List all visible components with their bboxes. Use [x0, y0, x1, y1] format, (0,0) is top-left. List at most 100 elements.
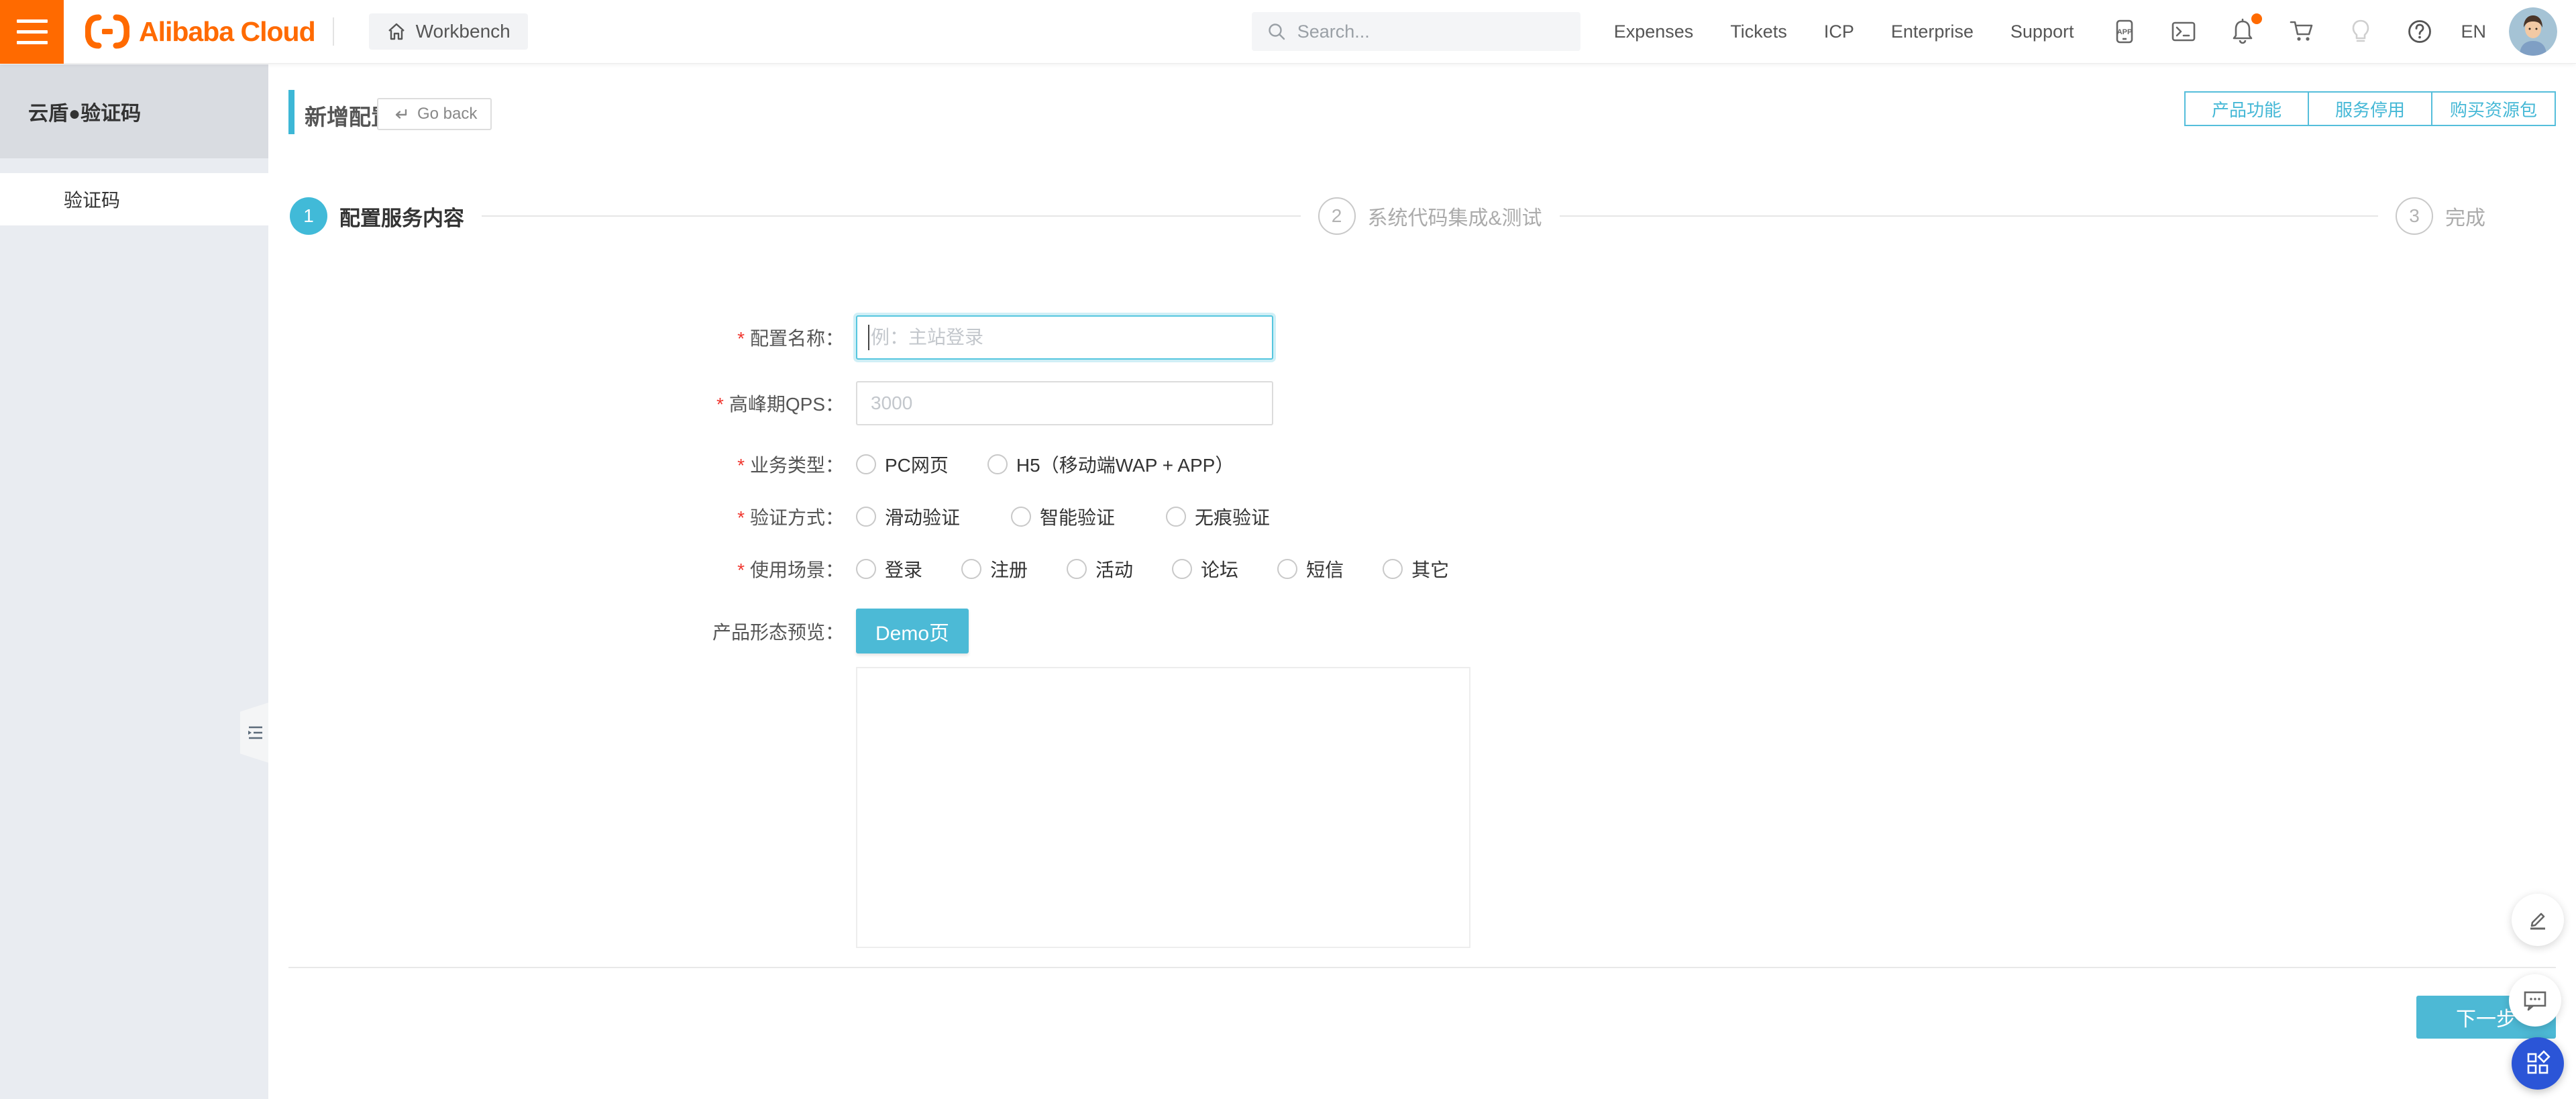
collapse-sidebar-icon — [248, 726, 262, 739]
nav-support[interactable]: Support — [2010, 21, 2074, 42]
step-3-circle: 3 — [2396, 197, 2434, 235]
lightbulb-icon[interactable] — [2347, 17, 2375, 46]
topbar-icons: APP — [2110, 13, 2434, 46]
form-row-peak-qps: * 高峰期QPS： — [268, 380, 2576, 426]
radio-button[interactable] — [1172, 559, 1193, 579]
step-2-label: 系统代码集成&测试 — [1367, 207, 1542, 229]
radio-register[interactable]: 注册 — [961, 556, 1028, 582]
nav-expenses[interactable]: Expenses — [1614, 21, 1694, 42]
alibaba-cloud-logo-icon — [85, 14, 129, 49]
shopping-cart-icon[interactable] — [2288, 17, 2316, 46]
radio-button[interactable] — [1011, 507, 1032, 527]
sidebar-item-captcha[interactable]: 验证码 — [0, 173, 268, 225]
nav-enterprise[interactable]: Enterprise — [1891, 21, 1974, 42]
go-back-button[interactable]: Go back — [377, 98, 492, 130]
topbar-nav: Expenses Tickets ICP Enterprise Support — [1614, 21, 2074, 42]
form-row-use-scene: * 使用场景： 登录 注册 活动 论坛 短信 其它 — [268, 556, 2576, 582]
step-connector — [1559, 215, 2379, 217]
nav-icp[interactable]: ICP — [1824, 21, 1854, 42]
step-wizard: 1 配置服务内容 2 系统代码集成&测试 3 完成 — [290, 197, 2485, 235]
go-back-return-icon — [395, 109, 407, 119]
language-selector[interactable]: EN — [2461, 21, 2486, 42]
demo-preview-box — [856, 667, 1470, 948]
step-1-label: 配置服务内容 — [339, 206, 464, 230]
required-marker: * — [737, 560, 745, 580]
radio-button[interactable] — [856, 559, 876, 579]
radio-button[interactable] — [1383, 559, 1403, 579]
alibaba-cloud-logo[interactable]: Alibaba Cloud — [85, 13, 316, 50]
notifications-bell-icon[interactable] — [2229, 13, 2263, 46]
step-3-label: 完成 — [2445, 207, 2486, 229]
go-back-label: Go back — [417, 105, 478, 123]
buy-resource-pack-button[interactable]: 购买资源包 — [2431, 91, 2556, 126]
step-1-circle: 1 — [290, 197, 327, 235]
radio-smart-verify[interactable]: 智能验证 — [1011, 503, 1115, 530]
radio-login[interactable]: 登录 — [856, 556, 922, 582]
chat-feedback-fab[interactable] — [2509, 974, 2561, 1027]
header-action-buttons: 产品功能 服务停用 购买资源包 — [2184, 91, 2556, 126]
bottom-divider — [288, 967, 2556, 968]
config-name-label: * 配置名称： — [737, 328, 844, 349]
workbench-label: Workbench — [415, 21, 511, 42]
radio-sms[interactable]: 短信 — [1277, 556, 1344, 582]
radio-button[interactable] — [856, 454, 876, 474]
radio-forum[interactable]: 论坛 — [1172, 556, 1238, 582]
required-marker: * — [737, 455, 745, 476]
console-terminal-icon[interactable] — [2169, 17, 2198, 46]
mobile-app-icon[interactable]: APP — [2110, 17, 2139, 46]
radio-h5[interactable]: H5（移动端WAP + APP） — [987, 451, 1234, 478]
required-marker: * — [716, 394, 724, 415]
radio-button[interactable] — [1166, 507, 1187, 527]
radio-button[interactable] — [1277, 559, 1298, 579]
sidebar-product-title: 云盾●验证码 — [28, 103, 142, 125]
demo-page-button[interactable]: Demo页 — [856, 609, 969, 653]
sidebar: 云盾●验证码 验证码 — [0, 64, 271, 1099]
notification-badge-dot — [2251, 13, 2263, 24]
sidebar-header: 云盾●验证码 — [0, 64, 268, 158]
form-row-verify-method: * 验证方式： 滑动验证 智能验证 无痕验证 — [268, 504, 2576, 529]
chat-bubble-icon — [2524, 991, 2546, 1011]
peak-qps-label: * 高峰期QPS： — [716, 394, 844, 415]
step-2-circle: 2 — [1318, 197, 1356, 235]
radio-button[interactable] — [1067, 559, 1087, 579]
survey-feedback-fab[interactable] — [2512, 894, 2564, 946]
product-features-button[interactable]: 产品功能 — [2184, 91, 2309, 126]
main-content: 新增配置 Go back 产品功能 服务停用 购买资源包 1 配置服务内容 2 … — [268, 64, 2576, 1099]
radio-activity[interactable]: 活动 — [1067, 556, 1133, 582]
sidebar-collapse-handle[interactable] — [240, 702, 271, 764]
global-search — [1251, 12, 1580, 51]
svg-text:APP: APP — [2117, 28, 2133, 36]
form-row-business-type: * 业务类型： PC网页 H5（移动端WAP + APP） — [268, 452, 2576, 477]
business-type-options: PC网页 H5（移动端WAP + APP） — [856, 451, 1273, 478]
radio-slide-verify[interactable]: 滑动验证 — [856, 503, 960, 530]
nav-tickets[interactable]: Tickets — [1730, 21, 1787, 42]
form-row-config-name: * 配置名称： — [268, 315, 2576, 360]
mini-apps-fab[interactable] — [2512, 1037, 2564, 1090]
user-avatar[interactable] — [2509, 7, 2557, 56]
radio-button[interactable] — [856, 507, 876, 527]
title-accent-bar — [288, 90, 294, 134]
use-scene-options: 登录 注册 活动 论坛 短信 其它 — [856, 556, 1488, 582]
radio-other[interactable]: 其它 — [1383, 556, 1449, 582]
verify-method-label: * 验证方式： — [737, 507, 844, 528]
help-icon[interactable] — [2406, 17, 2434, 46]
hamburger-menu-button[interactable] — [0, 0, 64, 64]
pencil-icon — [2530, 912, 2545, 930]
text-cursor — [868, 325, 869, 350]
workbench-button[interactable]: Workbench — [368, 13, 528, 50]
required-marker: * — [737, 507, 745, 528]
sidebar-item-label: 验证码 — [64, 190, 121, 211]
radio-button[interactable] — [987, 454, 1008, 474]
config-form: *配置名称： *高峰期QPS： *业务类型： PC网页 — [268, 315, 2576, 948]
peak-qps-input[interactable] — [856, 381, 1273, 425]
radio-pc-web[interactable]: PC网页 — [856, 451, 949, 478]
required-marker: * — [737, 328, 745, 349]
search-input[interactable] — [1297, 21, 1566, 42]
radio-traceless-verify[interactable]: 无痕验证 — [1166, 503, 1270, 530]
product-preview-label: 产品形态预览： — [712, 621, 844, 643]
service-disable-button[interactable]: 服务停用 — [2308, 91, 2432, 126]
config-name-input[interactable] — [856, 315, 1273, 360]
radio-button[interactable] — [961, 559, 982, 579]
apps-grid-icon — [2527, 1050, 2551, 1074]
verify-method-options: 滑动验证 智能验证 无痕验证 — [856, 503, 1309, 530]
